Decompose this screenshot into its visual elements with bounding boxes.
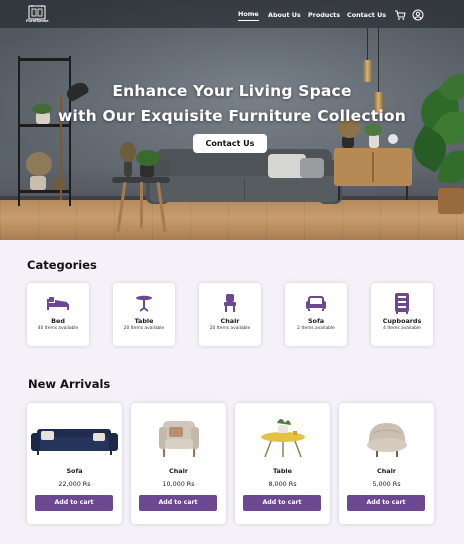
product-card-chair-2[interactable]: Chair 5,000 Rs Add to cart (339, 403, 434, 524)
category-name: Chair (220, 317, 240, 325)
cupboard-icon (395, 293, 409, 314)
category-card-sofa[interactable]: Sofa 2 Items available (285, 283, 347, 346)
hero-title-line-2: with Our Exquisite Furniture Collection (57, 107, 406, 125)
product-price: 5,000 Rs (372, 480, 401, 488)
product-name: Chair (169, 467, 188, 475)
table-icon (136, 295, 152, 312)
category-name: Bed (51, 317, 65, 325)
product-price: 8,000 Rs (268, 480, 297, 488)
category-count: 20 Items available (123, 326, 165, 331)
hero-title-line-1: Enhance Your Living Space (112, 82, 352, 100)
product-name: Sofa (66, 467, 83, 475)
category-name: Cupboards (382, 317, 422, 325)
category-count: 20 Items available (209, 326, 251, 331)
product-card-table[interactable]: Table 8,000 Rs Add to cart (235, 403, 330, 524)
add-to-cart-button[interactable]: Add to cart (35, 495, 113, 511)
cart-icon[interactable] (394, 9, 406, 21)
add-to-cart-button[interactable]: Add to cart (139, 495, 217, 511)
product-name: Chair (377, 467, 396, 475)
hero-banner: FurniSense Home About Us Products Contac… (0, 0, 464, 240)
nav-link-contact-us[interactable]: Contact Us (347, 9, 386, 21)
category-card-table[interactable]: Table 20 Items available (113, 283, 175, 346)
product-card-sofa[interactable]: Sofa 22,000 Rs Add to cart (27, 403, 122, 524)
brand-name: FurniSense (26, 19, 49, 23)
chair-product-image (367, 423, 407, 457)
user-account-icon[interactable] (412, 9, 424, 21)
category-name: Sofa (307, 317, 325, 325)
bed-icon (47, 297, 69, 310)
table-product-image (261, 419, 305, 458)
category-count: 4 Items available (383, 326, 421, 331)
chair-product-image (159, 421, 199, 457)
category-card-bed[interactable]: Bed 40 Items available (27, 283, 89, 346)
category-card-chair[interactable]: Chair 20 Items available (199, 283, 261, 346)
add-to-cart-button[interactable]: Add to cart (347, 495, 425, 511)
nav-link-products[interactable]: Products (308, 9, 340, 21)
sofa-icon (306, 296, 326, 311)
new-arrivals-title: New Arrivals (28, 377, 111, 391)
product-price: 22,000 Rs (58, 480, 91, 488)
categories-title: Categories (27, 258, 97, 272)
hero-title: Enhance Your Living Space with Our Exqui… (0, 79, 464, 129)
hero-floor (0, 200, 464, 240)
category-count: 2 Items available (297, 326, 335, 331)
product-name: Table (273, 467, 292, 475)
category-name: Table (134, 317, 154, 325)
category-card-cupboards[interactable]: Cupboards 4 Items available (371, 283, 433, 346)
contact-us-button[interactable]: Contact Us (193, 134, 267, 153)
nav-link-home[interactable]: Home (238, 9, 259, 21)
add-to-cart-button[interactable]: Add to cart (243, 495, 321, 511)
product-price: 10,000 Rs (162, 480, 195, 488)
category-count: 40 Items available (37, 326, 79, 331)
sofa-product-image (31, 429, 118, 455)
chair-icon (224, 294, 236, 312)
nav-link-about-us[interactable]: About Us (268, 9, 301, 21)
product-card-chair[interactable]: Chair 10,000 Rs Add to cart (131, 403, 226, 524)
